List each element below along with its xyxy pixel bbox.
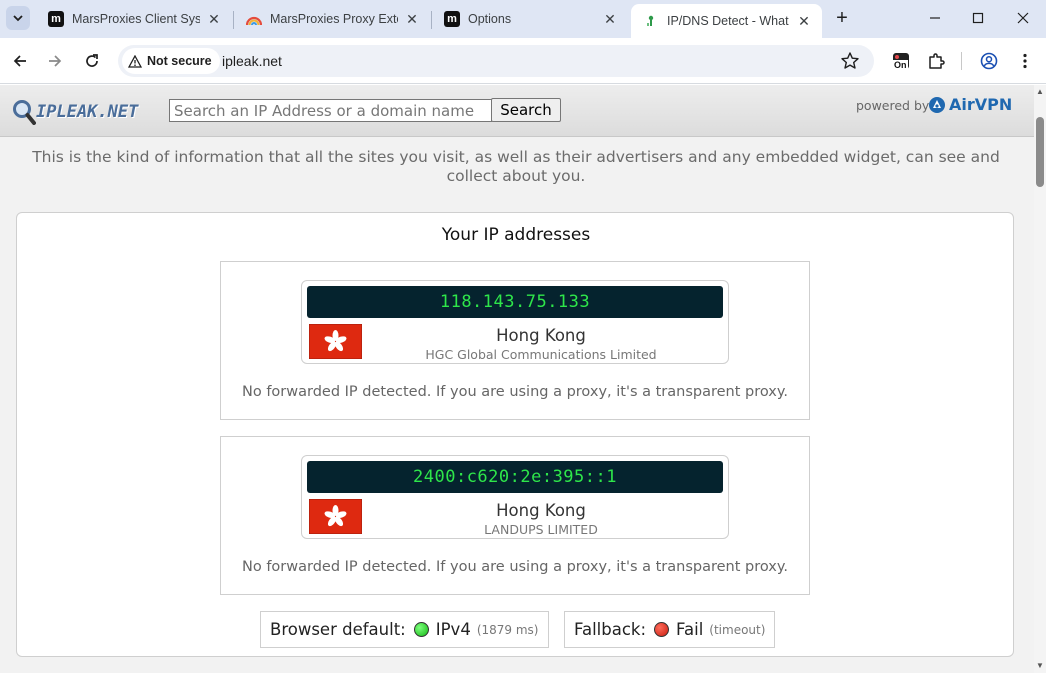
hong-kong-flag-icon [309, 324, 362, 359]
browser-tab-active[interactable]: IP/DNS Detect - What is ✕ [631, 4, 822, 38]
isp-label: LANDUPS LIMITED [484, 522, 598, 537]
red-status-dot-icon [654, 622, 670, 637]
marsproxies-icon: m [48, 11, 64, 27]
tab-title: Options [468, 12, 512, 26]
scroll-up-arrow-icon[interactable]: ▲ [1036, 88, 1044, 96]
chevron-down-icon [13, 15, 23, 22]
back-arrow-icon [13, 55, 26, 67]
site-header: IPLEAK.NET Search powered by AirVPN [0, 85, 1034, 137]
country-label: Hong Kong [496, 501, 586, 520]
forward-arrow-icon [49, 55, 62, 67]
address-bar[interactable]: Not secure ipleak.net [118, 45, 874, 77]
menu-button[interactable] [1011, 47, 1039, 75]
tab-title: MarsProxies Client Syste [72, 12, 200, 26]
close-icon [1017, 12, 1029, 24]
page-viewport: IPLEAK.NET Search powered by AirVPN This… [0, 85, 1034, 673]
airvpn-icon [929, 96, 945, 113]
ip-addresses-card: Your IP addresses 118.143.75.133 Hong Ko… [16, 212, 1014, 657]
magnifier-logo-icon [13, 100, 36, 125]
browser-default-value: IPv4 [435, 620, 471, 639]
tab-title: MarsProxies Proxy Exten [270, 12, 398, 26]
security-label: Not secure [147, 54, 212, 68]
forwarded-ip-note: No forwarded IP detected. If you are usi… [242, 559, 788, 575]
fallback-label: Fallback: [574, 620, 647, 639]
profile-button[interactable] [975, 47, 1003, 75]
close-icon[interactable]: ✕ [602, 11, 618, 27]
ipleak-icon [643, 13, 659, 29]
ip-display[interactable]: 2400:c620:2e:395::1 [307, 461, 723, 493]
isp-label: HGC Global Communications Limited [425, 347, 657, 362]
tab-title: IP/DNS Detect - What is [667, 14, 790, 28]
toolbar-divider [961, 52, 962, 70]
scroll-down-arrow-icon[interactable]: ▼ [1036, 662, 1044, 670]
forward-button[interactable] [41, 47, 69, 75]
maximize-button[interactable] [955, 0, 1001, 36]
fallback-status: Fallback: Fail (timeout) [564, 611, 776, 648]
close-window-button[interactable] [1000, 0, 1046, 36]
browser-default-detail: (1879 ms) [476, 622, 539, 637]
page-scrollbar[interactable]: ▲ ▼ [1034, 85, 1046, 673]
back-button[interactable] [6, 47, 34, 75]
hong-kong-flag-icon [309, 499, 362, 534]
reload-icon [86, 54, 98, 67]
ip-search-input[interactable] [169, 99, 492, 122]
browser-tab[interactable]: m MarsProxies Client Syste ✕ [36, 4, 232, 34]
url-text[interactable]: ipleak.net [222, 53, 282, 69]
country-label: Hong Kong [496, 326, 586, 345]
maximize-icon [972, 12, 984, 24]
scrollbar-thumb[interactable] [1036, 117, 1044, 187]
fallback-detail: (timeout) [709, 622, 766, 637]
marsproxies-icon: m [444, 11, 460, 27]
extension-badge: On [893, 60, 908, 70]
search-button[interactable]: Search [491, 98, 561, 122]
close-icon[interactable]: ✕ [206, 11, 222, 27]
site-security-chip[interactable]: Not secure [122, 48, 220, 74]
browser-default-status: Browser default: IPv4 (1879 ms) [260, 611, 549, 648]
ip-info-panel: 118.143.75.133 Hong Kong HGC Global Comm… [301, 280, 729, 364]
browser-toolbar: Not secure ipleak.net On [0, 38, 1046, 84]
bookmark-star-icon[interactable] [840, 51, 860, 71]
puzzle-icon [929, 53, 945, 69]
ip-address-box: 118.143.75.133 Hong Kong HGC Global Comm… [220, 261, 810, 420]
kebab-menu-icon [1023, 53, 1027, 69]
browser-tab[interactable]: MarsProxies Proxy Exten ✕ [234, 4, 430, 34]
airvpn-logo[interactable]: AirVPN [928, 95, 1012, 114]
section-title: Your IP addresses [441, 225, 591, 245]
new-tab-button[interactable]: + [830, 7, 854, 31]
avatar-icon [980, 52, 998, 70]
ip-display[interactable]: 118.143.75.133 [307, 286, 723, 318]
proxy-extension-button[interactable]: On [887, 47, 915, 75]
ip-address-box: 2400:c620:2e:395::1 Hong Kong LANDUPS LI… [220, 436, 810, 595]
browser-default-label: Browser default: [270, 620, 406, 639]
minimize-icon [930, 17, 940, 19]
fallback-value: Fail [676, 620, 704, 639]
browser-tab[interactable]: m Options ✕ [432, 4, 628, 34]
tab-search-button[interactable] [6, 6, 30, 30]
warning-icon [128, 54, 142, 68]
ipleak-logo[interactable]: IPLEAK.NET [12, 98, 138, 126]
ip-info-panel: 2400:c620:2e:395::1 Hong Kong LANDUPS LI… [301, 455, 729, 539]
close-icon[interactable]: ✕ [404, 11, 420, 27]
intro-text: This is the kind of information that all… [32, 148, 1000, 185]
rainbow-icon [246, 11, 262, 27]
green-status-dot-icon [413, 622, 429, 637]
powered-by-label: powered by [856, 98, 930, 113]
forwarded-ip-note: No forwarded IP detected. If you are usi… [242, 384, 788, 400]
minimize-button[interactable] [912, 0, 958, 36]
sponsor-name: AirVPN [949, 95, 1013, 114]
extensions-button[interactable] [922, 47, 950, 75]
reload-button[interactable] [78, 47, 106, 75]
browser-tab-strip: m MarsProxies Client Syste ✕ MarsProxies… [0, 0, 1046, 38]
logo-text: IPLEAK.NET [36, 102, 139, 122]
close-icon[interactable]: ✕ [796, 13, 812, 29]
